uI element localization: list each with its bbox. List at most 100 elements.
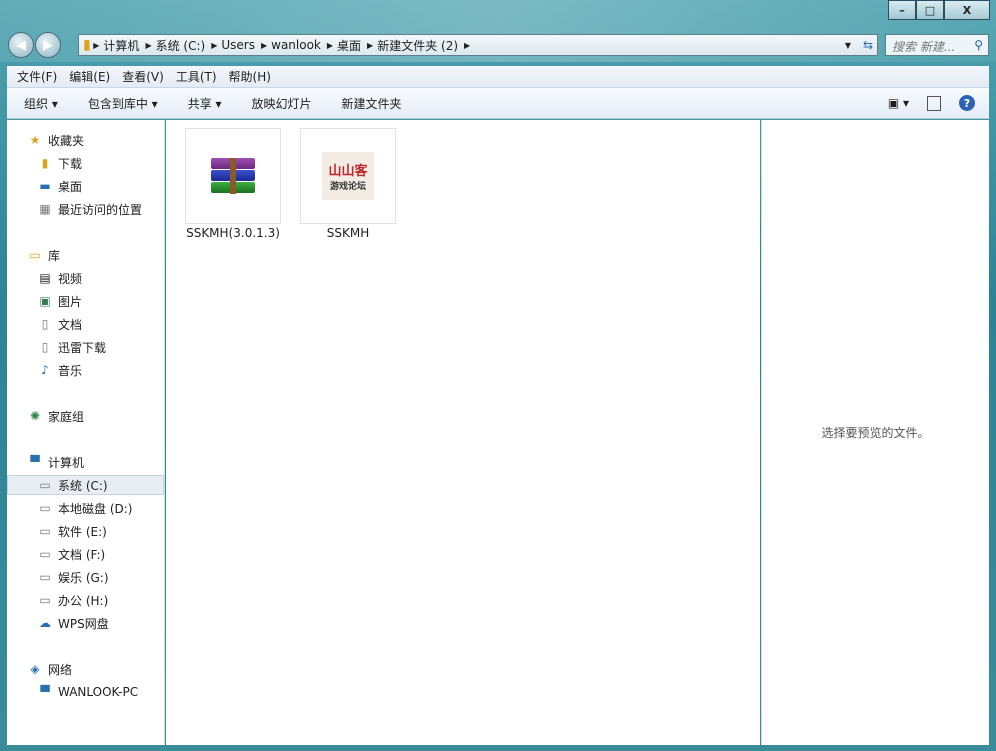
sidebar-network[interactable]: ◈ 网络 (27, 659, 184, 679)
file-name[interactable]: SSKMH(3.0.1.3) (173, 226, 293, 240)
file-name[interactable]: SSKMH (288, 226, 408, 240)
sidebar-label: 本地磁盘 (D:) (58, 501, 133, 516)
sidebar-label: 网络 (48, 662, 73, 677)
close-button[interactable]: X (944, 0, 990, 20)
sidebar-label: 软件 (E:) (58, 524, 107, 539)
sidebar-label: 音乐 (58, 363, 83, 378)
drive-icon: ▭ (39, 593, 51, 607)
menu-edit[interactable]: 编辑(E) (69, 68, 110, 85)
maximize-button[interactable]: □ (916, 0, 944, 20)
sidebar-libraries[interactable]: ▭ 库 (27, 245, 184, 265)
sidebar-label: 图片 (58, 294, 83, 309)
sidebar-label: 家庭组 (48, 409, 85, 424)
drive-icon: ▭ (39, 547, 51, 561)
breadcrumb-new-folder[interactable]: 新建文件夹 (2) (377, 37, 458, 54)
sidebar-label: WPS网盘 (58, 616, 109, 631)
homegroup-icon: ✺ (29, 409, 41, 423)
desktop-icon: ▬ (39, 179, 51, 193)
menu-tools[interactable]: 工具(T) (176, 68, 217, 85)
file-item-rar[interactable] (185, 128, 281, 224)
drive-icon: ▭ (39, 524, 51, 538)
sidebar-label: 收藏夹 (48, 133, 85, 148)
command-bar: 组织 ▾ 包含到库中 ▾ 共享 ▾ 放映幻灯片 新建文件夹 ▣ ▾ ? (7, 88, 989, 119)
download-folder-icon: ▮ (41, 156, 49, 170)
sidebar-label: 迅雷下载 (58, 340, 107, 355)
menu-help[interactable]: 帮助(H) (229, 68, 271, 85)
sidebar-label: 最近访问的位置 (58, 202, 143, 217)
video-icon: ▤ (39, 271, 51, 285)
back-button[interactable]: ◀ (8, 32, 34, 58)
chevron-right-icon: ▶ (326, 40, 334, 50)
recent-places-icon: ▦ (39, 202, 51, 216)
window-controls: – □ X (888, 0, 990, 20)
pictures-icon: ▣ (39, 294, 51, 308)
preview-pane: 选择要预览的文件。 (761, 120, 989, 745)
breadcrumb-wanlook[interactable]: wanlook (271, 38, 321, 52)
menu-view[interactable]: 查看(V) (122, 68, 164, 85)
new-folder-button[interactable]: 新建文件夹 (342, 95, 402, 112)
sidebar-item-drive-c[interactable]: ▭ 系统 (C:) (7, 475, 164, 495)
sidebar-computer[interactable]: ▀ 计算机 (27, 452, 184, 472)
sidebar-label: 系统 (C:) (58, 478, 108, 493)
sidebar-label: 办公 (H:) (58, 593, 109, 608)
chevron-right-icon: ▶ (90, 40, 100, 50)
menu-bar: 文件(F) 编辑(E) 查看(V) 工具(T) 帮助(H) (7, 66, 989, 88)
chevron-right-icon: ▶ (145, 40, 152, 50)
document-icon: ▯ (41, 340, 49, 354)
include-in-library-button[interactable]: 包含到库中 ▾ (88, 95, 158, 112)
sidebar-label: 计算机 (48, 455, 85, 470)
star-icon: ★ (29, 133, 41, 147)
slideshow-button[interactable]: 放映幻灯片 (252, 95, 312, 112)
address-dropdown-icon[interactable]: ▼ (845, 41, 851, 50)
sidebar-label: 视频 (58, 271, 83, 286)
computer-icon: ▀ (30, 455, 40, 469)
help-icon[interactable]: ? (959, 95, 975, 111)
view-options-icon[interactable]: ▣ ▾ (888, 96, 909, 110)
network-icon: ◈ (30, 662, 40, 676)
sidebar-favorites[interactable]: ★ 收藏夹 (27, 130, 184, 150)
file-list: SSKMH(3.0.1.3) 山山客 游戏论坛 SSKMH (166, 120, 760, 745)
drive-icon: ▭ (39, 501, 51, 515)
nav-buttons: ◀ ▶ (8, 32, 61, 58)
chevron-right-icon: ▶ (211, 40, 218, 50)
sidebar-label: 下载 (58, 156, 83, 171)
sskmh-logo-icon: 山山客 游戏论坛 (322, 152, 374, 200)
chevron-right-icon: ▶ (464, 40, 471, 50)
computer-icon: ▀ (40, 685, 50, 699)
navigation-pane: ★ 收藏夹 ▮ 下载 ▬ 桌面 ▦ 最近访问的位置 ▭ 库 ▤ 视频 ▣ 图片 ▯ 文档 ▯ 迅雷… (7, 120, 165, 745)
winrar-archive-icon (211, 158, 255, 194)
breadcrumb-users[interactable]: Users (221, 38, 255, 52)
sidebar-label: 文档 (F:) (58, 547, 106, 562)
sidebar-label: WANLOOK-PC (58, 685, 139, 699)
drive-icon: ▭ (39, 570, 51, 584)
address-bar[interactable]: ▮ ▶ 计算机 ▶ 系统 (C:) ▶ Users ▶ wanlook ▶ 桌面 ▶ 新建… (78, 34, 878, 56)
document-icon: ▯ (41, 317, 49, 331)
folder-icon: ▮ (83, 37, 91, 53)
search-icon[interactable]: ⚲ (974, 38, 983, 52)
preview-pane-icon[interactable] (927, 95, 941, 111)
chevron-right-icon: ▶ (367, 40, 374, 50)
music-icon: ♪ (41, 363, 49, 377)
preview-message: 选择要预览的文件。 (821, 426, 930, 440)
file-item-sskmh[interactable]: 山山客 游戏论坛 (300, 128, 396, 224)
sidebar-homegroup[interactable]: ✺ 家庭组 (27, 406, 184, 426)
refresh-icon[interactable]: ⇆ (863, 38, 873, 52)
organize-button[interactable]: 组织 ▾ (24, 95, 58, 112)
menu-file[interactable]: 文件(F) (17, 68, 57, 85)
system-drive-icon: ▭ (39, 478, 51, 492)
library-icon: ▭ (29, 248, 41, 262)
sidebar-label: 桌面 (58, 179, 83, 194)
sidebar-label: 娱乐 (G:) (58, 570, 109, 585)
search-input[interactable]: 搜索 新建... ⚲ (885, 34, 989, 56)
share-button[interactable]: 共享 ▾ (188, 95, 222, 112)
breadcrumb-desktop[interactable]: 桌面 (337, 37, 361, 54)
cloud-icon: ☁ (39, 616, 51, 630)
search-placeholder: 搜索 新建... (892, 40, 956, 54)
sidebar-label: 文档 (58, 317, 83, 332)
breadcrumb-c-drive[interactable]: 系统 (C:) (156, 37, 206, 54)
minimize-button[interactable]: – (888, 0, 916, 20)
forward-button[interactable]: ▶ (35, 32, 61, 58)
chevron-right-icon: ▶ (260, 40, 268, 50)
breadcrumb-computer[interactable]: 计算机 (103, 37, 139, 54)
sidebar-label: 库 (48, 248, 61, 263)
